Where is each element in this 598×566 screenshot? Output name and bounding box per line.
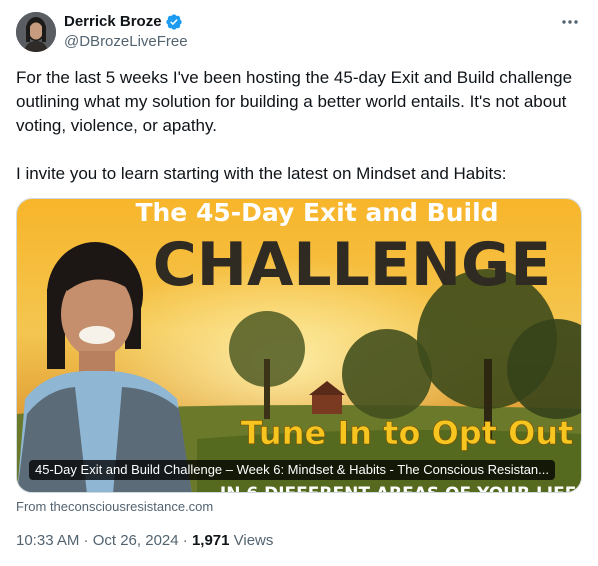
verified-badge-icon	[165, 13, 183, 31]
card-image-bottom-text: IN 6 DIFFERENT AREAS OF YOUR LIFE!	[220, 484, 582, 493]
tweet-meta: 10:33 AM · Oct 26, 2024 · 1,971 Views	[16, 531, 273, 551]
card-image-title: CHALLENGE	[153, 230, 552, 300]
tweet-text: For the last 5 weeks I've been hosting t…	[16, 66, 584, 186]
card-image: The 45-Day Exit and Build CHALLENGE Tune…	[17, 199, 582, 493]
author-handle[interactable]: @DBrozeLiveFree	[64, 32, 188, 52]
card-image-tagline: Tune In to Opt Out	[241, 414, 574, 452]
tweet-paragraph-2: I invite you to learn starting with the …	[16, 164, 507, 183]
avatar-image	[16, 12, 56, 52]
card-caption: 45-Day Exit and Build Challenge – Week 6…	[29, 460, 555, 480]
avatar[interactable]	[16, 12, 56, 52]
author-display-name[interactable]: Derrick Broze	[64, 12, 162, 32]
author-name-row[interactable]: Derrick Broze	[64, 12, 183, 32]
card-source[interactable]: From theconsciousresistance.com	[16, 499, 213, 515]
more-icon[interactable]	[556, 12, 584, 32]
views-count: 1,971	[191, 532, 230, 549]
timestamp[interactable]: 10:33 AM · Oct 26, 2024 ·	[16, 532, 192, 549]
tweet-paragraph-1: For the last 5 weeks I've been hosting t…	[16, 68, 573, 135]
card-image-heading: The 45-Day Exit and Build	[135, 199, 498, 227]
link-card[interactable]: The 45-Day Exit and Build CHALLENGE Tune…	[16, 198, 582, 493]
tweet: Derrick Broze @DBrozeLiveFree For the la…	[0, 0, 598, 566]
views-label: Views	[229, 532, 274, 549]
